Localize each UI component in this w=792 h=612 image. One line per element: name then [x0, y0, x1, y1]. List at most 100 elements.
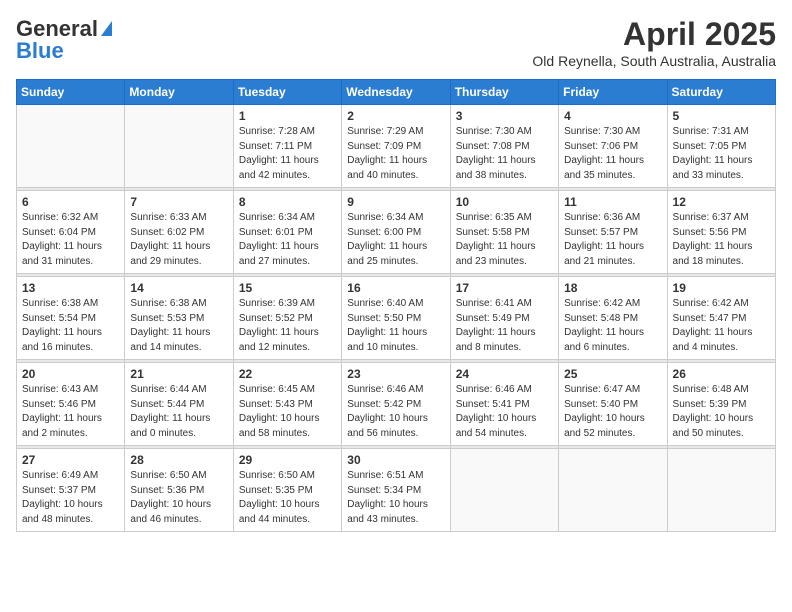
day-number: 12 [673, 195, 770, 209]
calendar-day-header: Saturday [667, 80, 775, 105]
day-info: Sunrise: 6:44 AMSunset: 5:44 PMDaylight:… [130, 383, 227, 441]
day-info: Sunrise: 6:50 AMSunset: 5:36 PMDaylight:… [130, 469, 227, 527]
day-number: 28 [130, 453, 227, 467]
calendar-day-cell [667, 449, 775, 532]
day-number: 4 [564, 109, 661, 123]
day-number: 5 [673, 109, 770, 123]
logo: General Blue [16, 16, 112, 64]
day-number: 23 [347, 367, 444, 381]
calendar-day-cell: 19 Sunrise: 6:42 AMSunset: 5:47 PMDayligh… [667, 277, 775, 360]
calendar-week-row: 20Sunrise: 6:43 AMSunset: 5:46 PMDayligh… [17, 363, 776, 446]
calendar-day-cell [125, 105, 233, 188]
calendar-day-cell: 17 Sunrise: 6:41 AMSunset: 5:49 PMDayligh… [450, 277, 558, 360]
day-info: Sunrise: 6:42 AMSunset: 5:47 PMDaylight:… [673, 297, 770, 355]
day-number: 14 [130, 281, 227, 295]
day-info: Sunrise: 6:46 AMSunset: 5:42 PMDaylight:… [347, 383, 444, 441]
day-info: Sunrise: 6:35 AMSunset: 5:58 PMDaylight:… [456, 211, 553, 269]
calendar-day-cell: 12 Sunrise: 6:37 AMSunset: 5:56 PMDayligh… [667, 191, 775, 274]
calendar-day-cell: 5 Sunrise: 7:31 AMSunset: 7:05 PMDaylight… [667, 105, 775, 188]
day-number: 24 [456, 367, 553, 381]
calendar-day-cell: 28 Sunrise: 6:50 AMSunset: 5:36 PMDayligh… [125, 449, 233, 532]
day-info: Sunrise: 7:30 AMSunset: 7:06 PMDaylight:… [564, 125, 661, 183]
day-info: Sunrise: 6:49 AMSunset: 5:37 PMDaylight:… [22, 469, 119, 527]
calendar-day-cell: 22 Sunrise: 6:45 AMSunset: 5:43 PMDayligh… [233, 363, 341, 446]
calendar-day-cell: 23 Sunrise: 6:46 AMSunset: 5:42 PMDayligh… [342, 363, 450, 446]
day-number: 11 [564, 195, 661, 209]
calendar-header-row: SundayMondayTuesdayWednesdayThursdayFrid… [17, 80, 776, 105]
calendar-day-cell [450, 449, 558, 532]
calendar-day-cell: 24 Sunrise: 6:46 AMSunset: 5:41 PMDayligh… [450, 363, 558, 446]
calendar-day-cell: 29 Sunrise: 6:50 AMSunset: 5:35 PMDayligh… [233, 449, 341, 532]
calendar-day-cell: 11 Sunrise: 6:36 AMSunset: 5:57 PMDayligh… [559, 191, 667, 274]
location-title: Old Reynella, South Australia, Australia [532, 53, 776, 69]
day-info: Sunrise: 7:30 AMSunset: 7:08 PMDaylight:… [456, 125, 553, 183]
day-info: Sunrise: 6:37 AMSunset: 5:56 PMDaylight:… [673, 211, 770, 269]
calendar-day-header: Wednesday [342, 80, 450, 105]
day-info: Sunrise: 6:38 AMSunset: 5:53 PMDaylight:… [130, 297, 227, 355]
calendar-day-header: Tuesday [233, 80, 341, 105]
calendar-day-cell: 26 Sunrise: 6:48 AMSunset: 5:39 PMDayligh… [667, 363, 775, 446]
calendar-day-header: Friday [559, 80, 667, 105]
day-number: 21 [130, 367, 227, 381]
day-info: Sunrise: 6:40 AMSunset: 5:50 PMDaylight:… [347, 297, 444, 355]
logo-triangle-icon [101, 21, 112, 36]
calendar-week-row: 27 Sunrise: 6:49 AMSunset: 5:37 PMDayligh… [17, 449, 776, 532]
day-info: Sunrise: 6:48 AMSunset: 5:39 PMDaylight:… [673, 383, 770, 441]
calendar-day-cell: 27 Sunrise: 6:49 AMSunset: 5:37 PMDayligh… [17, 449, 125, 532]
calendar-day-cell: 13Sunrise: 6:38 AMSunset: 5:54 PMDayligh… [17, 277, 125, 360]
calendar-week-row: 13Sunrise: 6:38 AMSunset: 5:54 PMDayligh… [17, 277, 776, 360]
calendar-day-cell: 9Sunrise: 6:34 AMSunset: 6:00 PMDaylight… [342, 191, 450, 274]
calendar-day-cell: 16 Sunrise: 6:40 AMSunset: 5:50 PMDayligh… [342, 277, 450, 360]
title-block: April 2025 Old Reynella, South Australia… [532, 16, 776, 69]
calendar-day-cell: 2Sunrise: 7:29 AMSunset: 7:09 PMDaylight… [342, 105, 450, 188]
day-number: 29 [239, 453, 336, 467]
calendar-day-cell: 15Sunrise: 6:39 AMSunset: 5:52 PMDayligh… [233, 277, 341, 360]
day-info: Sunrise: 6:46 AMSunset: 5:41 PMDaylight:… [456, 383, 553, 441]
calendar-table: SundayMondayTuesdayWednesdayThursdayFrid… [16, 79, 776, 532]
day-info: Sunrise: 6:41 AMSunset: 5:49 PMDaylight:… [456, 297, 553, 355]
calendar-week-row: 1Sunrise: 7:28 AMSunset: 7:11 PMDaylight… [17, 105, 776, 188]
day-number: 3 [456, 109, 553, 123]
day-info: Sunrise: 7:31 AMSunset: 7:05 PMDaylight:… [673, 125, 770, 183]
day-info: Sunrise: 6:42 AMSunset: 5:48 PMDaylight:… [564, 297, 661, 355]
calendar-day-cell: 20Sunrise: 6:43 AMSunset: 5:46 PMDayligh… [17, 363, 125, 446]
day-number: 16 [347, 281, 444, 295]
calendar-week-row: 6Sunrise: 6:32 AMSunset: 6:04 PMDaylight… [17, 191, 776, 274]
day-number: 17 [456, 281, 553, 295]
day-number: 13 [22, 281, 119, 295]
day-number: 7 [130, 195, 227, 209]
calendar-day-cell [17, 105, 125, 188]
day-number: 19 [673, 281, 770, 295]
day-number: 6 [22, 195, 119, 209]
day-info: Sunrise: 7:29 AMSunset: 7:09 PMDaylight:… [347, 125, 444, 183]
calendar-day-cell: 1Sunrise: 7:28 AMSunset: 7:11 PMDaylight… [233, 105, 341, 188]
calendar-day-cell: 7Sunrise: 6:33 AMSunset: 6:02 PMDaylight… [125, 191, 233, 274]
calendar-day-cell: 21 Sunrise: 6:44 AMSunset: 5:44 PMDayligh… [125, 363, 233, 446]
logo-blue-text: Blue [16, 38, 64, 64]
day-number: 8 [239, 195, 336, 209]
day-number: 20 [22, 367, 119, 381]
day-info: Sunrise: 6:47 AMSunset: 5:40 PMDaylight:… [564, 383, 661, 441]
day-info: Sunrise: 6:36 AMSunset: 5:57 PMDaylight:… [564, 211, 661, 269]
month-title: April 2025 [532, 16, 776, 53]
day-number: 27 [22, 453, 119, 467]
day-info: Sunrise: 6:34 AMSunset: 6:00 PMDaylight:… [347, 211, 444, 269]
page-header: General Blue April 2025 Old Reynella, So… [16, 16, 776, 69]
calendar-day-header: Sunday [17, 80, 125, 105]
calendar-day-cell: 6Sunrise: 6:32 AMSunset: 6:04 PMDaylight… [17, 191, 125, 274]
day-number: 26 [673, 367, 770, 381]
day-info: Sunrise: 7:28 AMSunset: 7:11 PMDaylight:… [239, 125, 336, 183]
calendar-day-cell: 3 Sunrise: 7:30 AMSunset: 7:08 PMDaylight… [450, 105, 558, 188]
day-info: Sunrise: 6:50 AMSunset: 5:35 PMDaylight:… [239, 469, 336, 527]
calendar-day-cell: 30Sunrise: 6:51 AMSunset: 5:34 PMDayligh… [342, 449, 450, 532]
day-info: Sunrise: 6:34 AMSunset: 6:01 PMDaylight:… [239, 211, 336, 269]
calendar-day-cell [559, 449, 667, 532]
calendar-day-cell: 10 Sunrise: 6:35 AMSunset: 5:58 PMDayligh… [450, 191, 558, 274]
calendar-day-header: Thursday [450, 80, 558, 105]
day-number: 25 [564, 367, 661, 381]
day-info: Sunrise: 6:51 AMSunset: 5:34 PMDaylight:… [347, 469, 444, 527]
day-number: 22 [239, 367, 336, 381]
day-info: Sunrise: 6:45 AMSunset: 5:43 PMDaylight:… [239, 383, 336, 441]
day-number: 10 [456, 195, 553, 209]
calendar-day-cell: 14 Sunrise: 6:38 AMSunset: 5:53 PMDayligh… [125, 277, 233, 360]
